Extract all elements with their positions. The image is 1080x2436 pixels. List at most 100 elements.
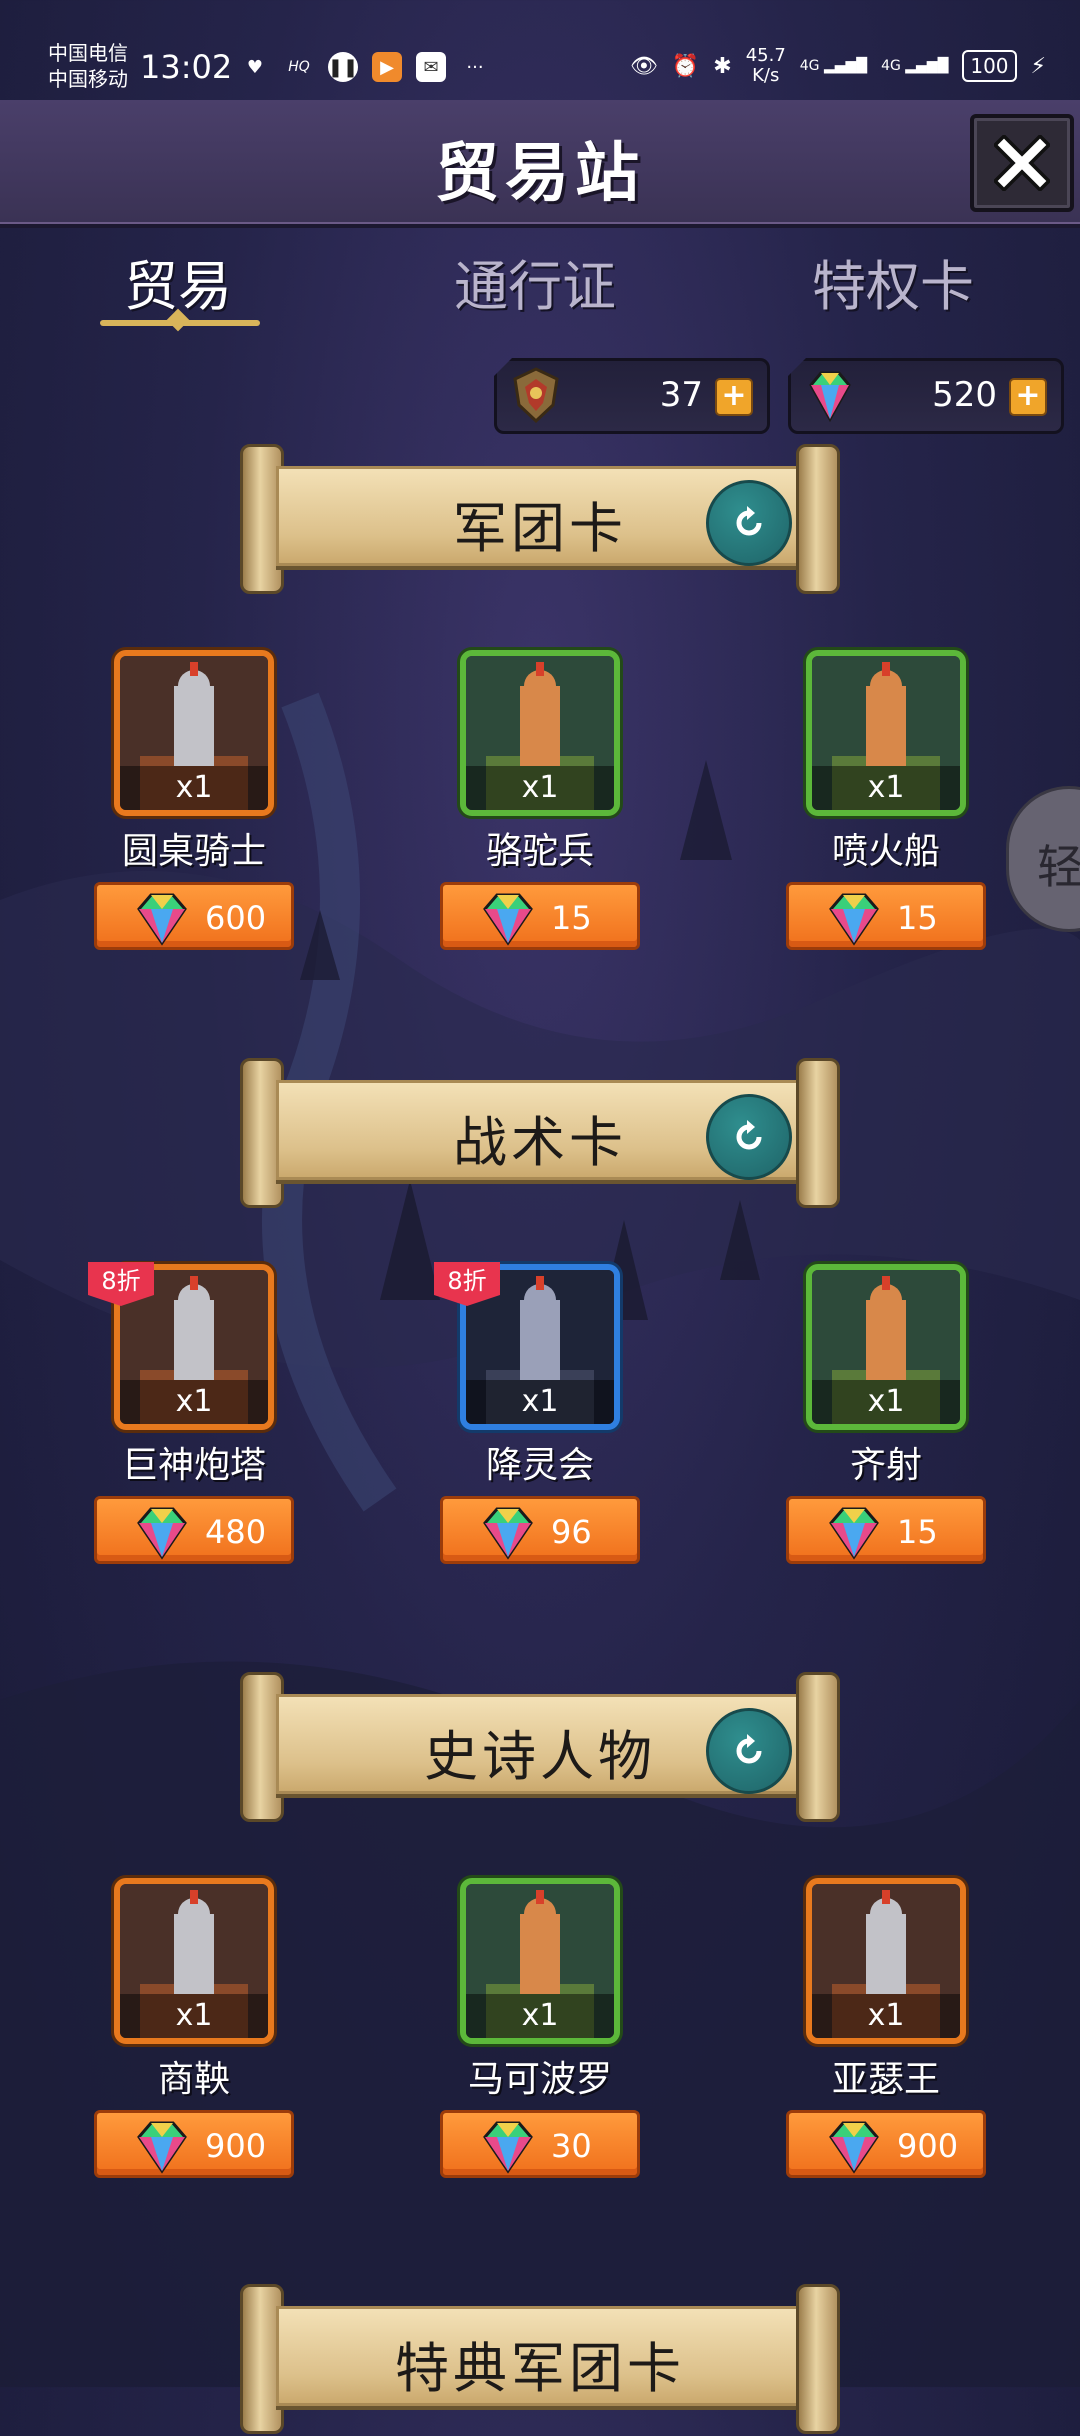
- gem-currency: 520 +: [788, 358, 1064, 434]
- item-quantity: x1: [812, 1380, 960, 1424]
- gem-icon: [483, 1507, 533, 1560]
- signal-2-label: 4G: [881, 58, 901, 74]
- carrier-2: 中国移动: [48, 67, 128, 91]
- buy-button[interactable]: 900: [94, 2110, 294, 2178]
- section-banner: 特典军团卡: [236, 2276, 844, 2436]
- item-portrait[interactable]: x1: [806, 1264, 966, 1430]
- play-app-icon: ▶: [372, 52, 402, 82]
- item-portrait[interactable]: x1: [806, 1878, 966, 2044]
- section-banner: 军团卡: [236, 436, 844, 596]
- item-price: 30: [551, 2127, 592, 2165]
- gem-icon: [137, 893, 187, 946]
- shop-item-card[interactable]: 8折 x1 巨神炮塔 480: [84, 1262, 304, 1564]
- item-quantity: x1: [466, 1994, 614, 2038]
- buy-button[interactable]: 30: [440, 2110, 640, 2178]
- section-title: 特典军团卡: [395, 2337, 685, 2400]
- buy-button[interactable]: 15: [786, 882, 986, 950]
- refresh-icon: [736, 1120, 762, 1150]
- buy-button[interactable]: 15: [440, 882, 640, 950]
- buy-button[interactable]: 15: [786, 1496, 986, 1564]
- gem-icon: [137, 2121, 187, 2174]
- title-bar: 贸易站: [0, 100, 1080, 228]
- item-quantity: x1: [120, 766, 268, 810]
- item-price: 96: [551, 1513, 592, 1551]
- carrier-info: 中国电信 中国移动: [48, 40, 128, 92]
- refresh-button[interactable]: [706, 1708, 792, 1794]
- more-dots-icon: ···: [466, 56, 484, 78]
- shop-item-card[interactable]: x1 骆驼兵 15: [430, 650, 650, 950]
- add-crest-button[interactable]: +: [715, 378, 753, 416]
- net-speed: 45.7 K/s: [746, 46, 786, 86]
- item-name: 骆驼兵: [485, 831, 594, 872]
- close-button[interactable]: [970, 114, 1074, 212]
- item-portrait[interactable]: x1: [114, 1878, 274, 2044]
- signal-2: 4G ▂▄▆█: [881, 58, 949, 74]
- net-speed-value: 45.7: [745, 45, 786, 66]
- close-icon: [994, 135, 1050, 191]
- carrier-1: 中国电信: [48, 41, 128, 65]
- section-banner: 战术卡: [236, 1050, 844, 1210]
- item-price: 600: [205, 899, 267, 937]
- item-quantity: x1: [120, 1994, 268, 2038]
- eye-icon: 👁: [629, 53, 658, 79]
- refresh-button[interactable]: [706, 480, 792, 566]
- gem-icon: [483, 2121, 533, 2174]
- buy-button[interactable]: 600: [94, 882, 294, 950]
- gem-icon: [137, 1507, 187, 1560]
- net-speed-unit: K/s: [752, 65, 780, 86]
- item-quantity: x1: [812, 1994, 960, 2038]
- shop-item-card[interactable]: x1 亚瑟王 900: [776, 1878, 996, 2178]
- alarm-icon: ⏰: [671, 53, 700, 79]
- refresh-button[interactable]: [706, 1094, 792, 1180]
- signal-1: 4G ▂▄▆█: [799, 58, 868, 74]
- shop-item-card[interactable]: 8折 x1 降灵会 96: [430, 1262, 650, 1564]
- item-price: 15: [551, 899, 592, 937]
- app-hq-icon: HQ: [288, 59, 310, 75]
- buy-button[interactable]: 96: [440, 1496, 640, 1564]
- side-float-label: 轻: [1037, 840, 1080, 894]
- crest-icon: [513, 367, 559, 424]
- item-portrait[interactable]: x1: [460, 1878, 620, 2044]
- item-price: 900: [897, 2127, 959, 2165]
- item-portrait[interactable]: x1: [114, 650, 274, 816]
- buy-button[interactable]: 900: [786, 2110, 986, 2178]
- item-quantity: x1: [120, 1380, 268, 1424]
- heart-icon: ♥: [246, 56, 264, 78]
- charging-icon: ⚡: [1030, 53, 1046, 79]
- gem-icon: [483, 893, 533, 946]
- shop-item-card[interactable]: x1 齐射 15: [776, 1264, 996, 1564]
- section-banner: 史诗人物: [236, 1664, 844, 1824]
- refresh-icon: [736, 1734, 762, 1764]
- buy-button[interactable]: 480: [94, 1496, 294, 1564]
- pause-icon: ❚❚: [328, 52, 358, 82]
- item-name: 喷火船: [831, 831, 940, 872]
- page-title: 贸易站: [435, 137, 645, 211]
- signal-1-label: 4G: [799, 58, 820, 74]
- shop-item-card[interactable]: x1 圆桌骑士 600: [84, 650, 304, 950]
- crest-currency: 37 +: [494, 358, 770, 434]
- item-price: 15: [897, 1513, 938, 1551]
- battery-icon: 100: [962, 50, 1017, 82]
- item-name: 齐射: [849, 1445, 922, 1486]
- item-portrait[interactable]: x1: [806, 650, 966, 816]
- add-gem-button[interactable]: +: [1009, 378, 1047, 416]
- gem-icon: [829, 1507, 879, 1560]
- status-bar: 中国电信 中国移动 13:02 ♥ HQ ❚❚ ▶ ✉ ··· 👁 ⏰ ✱ 45…: [0, 0, 1080, 100]
- clock: 13:02: [140, 48, 233, 86]
- tab-pass[interactable]: 通行证: [454, 242, 616, 321]
- item-name: 巨神炮塔: [121, 1445, 266, 1486]
- item-price: 900: [205, 2127, 267, 2165]
- item-price: 480: [205, 1513, 267, 1551]
- side-float-button[interactable]: 轻: [1006, 786, 1080, 932]
- shop-item-card[interactable]: x1 喷火船 15: [776, 650, 996, 950]
- shop-item-card[interactable]: x1 商鞅 900: [84, 1878, 304, 2178]
- item-name: 商鞅: [157, 2059, 230, 2100]
- tab-privilege-card[interactable]: 特权卡: [812, 242, 974, 321]
- shop-item-card[interactable]: x1 马可波罗 30: [430, 1878, 650, 2178]
- item-quantity: x1: [466, 766, 614, 810]
- item-portrait[interactable]: x1: [460, 650, 620, 816]
- item-quantity: x1: [466, 1380, 614, 1424]
- gem-icon: [829, 2121, 879, 2174]
- gem-icon: [809, 371, 851, 423]
- item-name: 亚瑟王: [831, 2059, 940, 2100]
